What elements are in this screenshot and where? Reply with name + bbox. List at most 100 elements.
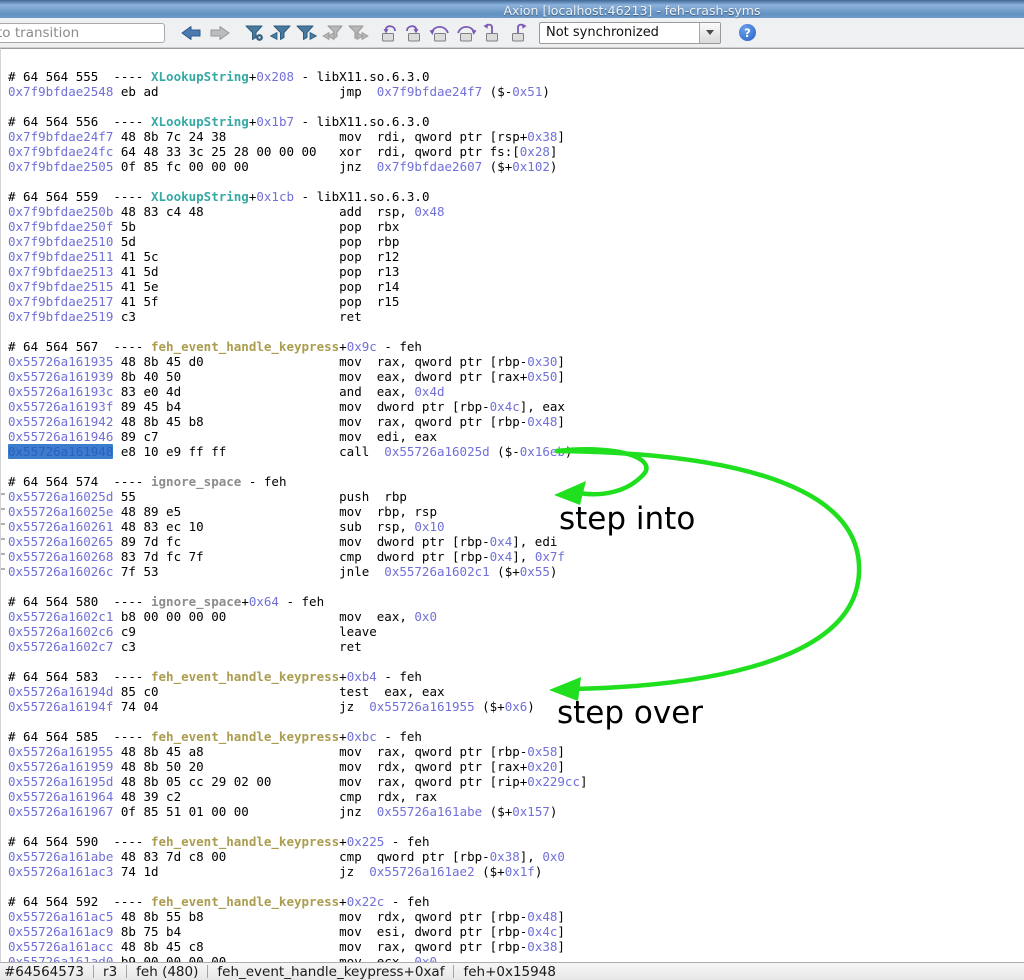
history-button-group — [179, 22, 232, 44]
goto-transition-input[interactable] — [0, 23, 165, 43]
step-over-icon — [454, 23, 478, 43]
step-into-icon — [402, 23, 426, 43]
block-header: # 64 564 583 ---- feh_event_handle_keypr… — [8, 669, 1024, 684]
statusbar-item: feh_event_handle_keypress+0xaf — [208, 964, 453, 980]
asm-line[interactable]: 0x55726a16025d 55 push rbp — [8, 489, 1024, 504]
filter-last-icon — [348, 23, 369, 43]
dropdown-chevron-button[interactable] — [699, 23, 720, 43]
asm-line[interactable]: 0x55726a16026c 7f 53 jnle 0x55726a1602c1… — [8, 564, 1024, 579]
block-header: # 64 564 580 ---- ignore_space+0x64 - fe… — [8, 594, 1024, 609]
block-header: # 64 564 590 ---- feh_event_handle_keypr… — [8, 834, 1024, 849]
statusbar-item: #64564573 — [0, 964, 93, 980]
asm-line[interactable]: 0x55726a161959 48 8b 50 20 mov rdx, qwor… — [8, 759, 1024, 774]
function-gutter-marks — [1, 493, 5, 579]
asm-line[interactable]: 0x7f9bfdae250f 5b pop rbx — [8, 219, 1024, 234]
block-header: # 64 564 592 ---- feh_event_handle_keypr… — [8, 894, 1024, 909]
step-back-into-icon — [376, 23, 400, 43]
filter-prev-icon — [270, 23, 291, 43]
asm-line[interactable]: 0x55726a16025e 48 89 e5 mov rbp, rsp — [8, 504, 1024, 519]
asm-line[interactable]: 0x55726a161939 8b 40 50 mov eax, dword p… — [8, 369, 1024, 384]
asm-line[interactable]: 0x55726a160268 83 7d fc 7f cmp dword ptr… — [8, 549, 1024, 564]
filter-first-icon — [322, 23, 343, 43]
asm-line[interactable]: 0x55726a161942 48 8b 45 b8 mov rax, qwor… — [8, 414, 1024, 429]
last-transition-button[interactable] — [346, 22, 370, 44]
statusbar-item: feh (480) — [127, 964, 207, 980]
sync-dropdown[interactable]: Not synchronized — [539, 22, 721, 44]
step-button-group — [376, 22, 530, 44]
asm-line[interactable]: 0x55726a161935 48 8b 45 d0 mov rax, qwor… — [8, 354, 1024, 369]
asm-line[interactable]: 0x55726a161948 e8 10 e9 ff ff call 0x557… — [8, 444, 1024, 459]
statusbar-item: feh+0x15948 — [454, 964, 564, 980]
step-back-out-button[interactable] — [480, 22, 504, 44]
asm-line[interactable]: 0x55726a16194d 85 c0 test eax, eax — [8, 684, 1024, 699]
next-transition-button[interactable] — [294, 22, 318, 44]
filter-next-icon — [296, 23, 317, 43]
block-header: # 64 564 559 ---- XLookupString+0x1cb - … — [8, 189, 1024, 204]
step-out-icon — [506, 23, 530, 43]
block-header: # 64 564 556 ---- XLookupString+0x1b7 - … — [8, 114, 1024, 129]
step-back-into-button[interactable] — [376, 22, 400, 44]
asm-line[interactable]: 0x55726a1602c7 c3 ret — [8, 639, 1024, 654]
sync-dropdown-value: Not synchronized — [540, 23, 699, 43]
transition-filter-group — [242, 22, 370, 44]
disassembly: # 64 564 555 ---- XLookupString+0x208 - … — [1, 49, 1024, 962]
block-header: # 64 564 585 ---- feh_event_handle_keypr… — [8, 729, 1024, 744]
asm-line[interactable]: 0x55726a16195d 48 8b 05 cc 29 02 00 mov … — [8, 774, 1024, 789]
asm-line[interactable]: 0x55726a1602c6 c9 leave — [8, 624, 1024, 639]
titlebar[interactable]: Axion [localhost:46213] - feh-crash-syms — [0, 0, 1024, 18]
block-header: # 64 564 567 ---- feh_event_handle_keypr… — [8, 339, 1024, 354]
asm-line[interactable]: 0x55726a161ac3 74 1d jz 0x55726a161ae2 (… — [8, 864, 1024, 879]
asm-line[interactable]: 0x55726a161964 48 39 c2 cmp rdx, rax — [8, 789, 1024, 804]
statusbar-item: r3 — [94, 964, 126, 980]
asm-line[interactable]: 0x7f9bfdae2519 c3 ret — [8, 309, 1024, 324]
asm-line[interactable]: 0x7f9bfdae2515 41 5e pop r14 — [8, 279, 1024, 294]
filter-settings-icon — [244, 23, 265, 43]
asm-line[interactable]: 0x55726a161ac5 48 8b 55 b8 mov rdx, qwor… — [8, 909, 1024, 924]
asm-line[interactable]: 0x55726a161946 89 c7 mov edi, eax — [8, 429, 1024, 444]
forward-arrow-icon — [209, 24, 231, 42]
forward-button[interactable] — [208, 22, 232, 44]
asm-line[interactable]: 0x7f9bfdae2511 41 5c pop r12 — [8, 249, 1024, 264]
chevron-down-icon — [706, 30, 714, 35]
window-title: Axion [localhost:46213] - feh-crash-syms — [503, 3, 760, 18]
asm-line[interactable]: 0x55726a160261 48 83 ec 10 sub rsp, 0x10 — [8, 519, 1024, 534]
step-out-button[interactable] — [506, 22, 530, 44]
asm-line[interactable]: 0x55726a16193c 83 e0 4d and eax, 0x4d — [8, 384, 1024, 399]
filter-settings-button[interactable] — [242, 22, 266, 44]
asm-line[interactable]: 0x55726a161967 0f 85 51 01 00 00 jnz 0x5… — [8, 804, 1024, 819]
step-over-button[interactable] — [454, 22, 478, 44]
asm-line[interactable]: 0x7f9bfdae2510 5d pop rbp — [8, 234, 1024, 249]
first-transition-button[interactable] — [320, 22, 344, 44]
step-into-button[interactable] — [402, 22, 426, 44]
asm-line[interactable]: 0x55726a161ac9 8b 75 b4 mov esi, dword p… — [8, 924, 1024, 939]
disassembly-pane[interactable]: # 64 564 555 ---- XLookupString+0x208 - … — [0, 48, 1024, 962]
block-header: # 64 564 574 ---- ignore_space - feh — [8, 474, 1024, 489]
statusbar: #64564573r3feh (480)feh_event_handle_key… — [0, 962, 1024, 980]
asm-line[interactable]: 0x7f9bfdae2513 41 5d pop r13 — [8, 264, 1024, 279]
step-back-over-icon — [428, 23, 452, 43]
asm-line[interactable]: 0x55726a1602c1 b8 00 00 00 00 mov eax, 0… — [8, 609, 1024, 624]
block-header: # 64 564 555 ---- XLookupString+0x208 - … — [8, 69, 1024, 84]
step-back-out-icon — [480, 23, 504, 43]
asm-line[interactable]: 0x55726a16194f 74 04 jz 0x55726a161955 (… — [8, 699, 1024, 714]
asm-line[interactable]: 0x7f9bfdae2517 41 5f pop r15 — [8, 294, 1024, 309]
asm-line[interactable]: 0x7f9bfdae24f7 48 8b 7c 24 38 mov rdi, q… — [8, 129, 1024, 144]
help-icon: ? — [744, 26, 751, 40]
asm-line[interactable]: 0x7f9bfdae2505 0f 85 fc 00 00 00 jnz 0x7… — [8, 159, 1024, 174]
help-button[interactable]: ? — [739, 24, 756, 41]
asm-line[interactable]: 0x55726a161955 48 8b 45 a8 mov rax, qwor… — [8, 744, 1024, 759]
asm-line[interactable]: 0x7f9bfdae24fc 64 48 33 3c 25 28 00 00 0… — [8, 144, 1024, 159]
asm-line[interactable]: 0x7f9bfdae250b 48 83 c4 48 add rsp, 0x48 — [8, 204, 1024, 219]
window: Axion [localhost:46213] - feh-crash-syms — [0, 0, 1024, 980]
back-arrow-icon — [180, 24, 202, 42]
asm-line[interactable]: 0x7f9bfdae2548 eb ad jmp 0x7f9bfdae24f7 … — [8, 84, 1024, 99]
toolbar: Not synchronized ? — [0, 18, 1024, 48]
asm-line[interactable]: 0x55726a161acc 48 8b 45 c8 mov rax, qwor… — [8, 939, 1024, 954]
step-back-over-button[interactable] — [428, 22, 452, 44]
asm-line[interactable]: 0x55726a161ad0 b9 00 00 00 00 mov ecx, 0… — [8, 954, 1024, 962]
asm-line[interactable]: 0x55726a16193f 89 45 b4 mov dword ptr [r… — [8, 399, 1024, 414]
asm-line[interactable]: 0x55726a160265 89 7d fc mov dword ptr [r… — [8, 534, 1024, 549]
asm-line[interactable]: 0x55726a161abe 48 83 7d c8 00 cmp qword … — [8, 849, 1024, 864]
prev-transition-button[interactable] — [268, 22, 292, 44]
back-button[interactable] — [179, 22, 203, 44]
